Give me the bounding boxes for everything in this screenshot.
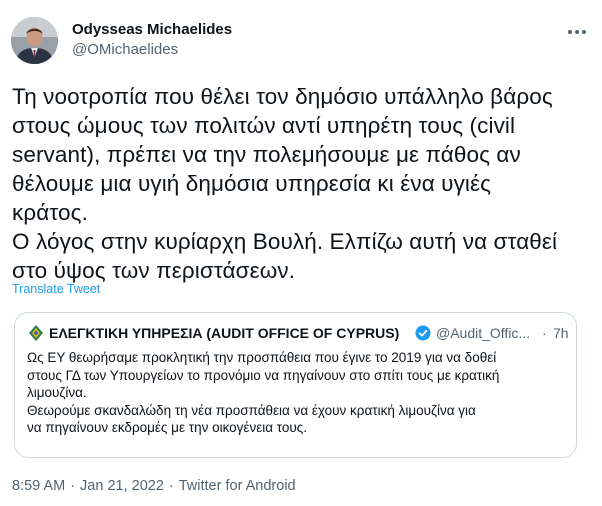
meta-separator: · (70, 478, 76, 494)
quoted-separator: · (542, 325, 547, 341)
tweet-source[interactable]: Twitter for Android (179, 478, 296, 494)
tweet-text: Τη νοοτροπία που θέλει τον δημόσιο υπάλλ… (12, 82, 587, 285)
tweet-text-line: στους ώμους των πολιτών αντί υπηρέτη του… (12, 113, 516, 138)
quoted-text-line: λιμουζίνα. (27, 385, 87, 400)
meta-separator: · (168, 478, 174, 494)
tweet-text-line: Τη νοοτροπία που θέλει τον δημόσιο υπάλλ… (12, 84, 553, 109)
avatar-image (11, 17, 58, 64)
quoted-tweet[interactable]: ΕΛΕΓΚΤΙΚΗ ΥΠΗΡΕΣΙΑ (AUDIT OFFICE OF CYPR… (14, 312, 577, 458)
tweet-time[interactable]: 8:59 AM (12, 478, 65, 494)
quoted-text-line: Θεωρούμε σκανδαλώδη τη νέα προσπάθεια να… (27, 402, 476, 418)
tweet-text-line: στο ύψος των περιστάσεων. (12, 258, 296, 283)
tweet-card: Odysseas Michaelides @OMichaelides Τη νο… (0, 0, 602, 506)
quoted-text-line: στους ΓΔ των Υπουργείων το προνόμιο να π… (27, 367, 500, 383)
quoted-text-line: Ως ΕΥ θεωρήσαμε προκλητική την προσπάθει… (27, 350, 497, 365)
tweet-metadata: 8:59 AM · Jan 21, 2022 · Twitter for Android (12, 478, 296, 494)
author-handle[interactable]: @OMichaelides (72, 41, 178, 59)
audit-office-logo-icon (29, 325, 43, 341)
quoted-text: Ως ΕΥ θεωρήσαμε προκλητική την προσπάθει… (27, 349, 567, 437)
quoted-author-name: ΕΛΕΓΚΤΙΚΗ ΥΠΗΡΕΣΙΑ (AUDIT OFFICE OF CYPR… (49, 325, 400, 341)
translate-tweet-link[interactable]: Translate Tweet (12, 282, 100, 296)
tweet-text-line: Ο λόγος στην κυρίαρχη Βουλή. Ελπίζω αυτή… (12, 229, 558, 254)
author-name[interactable]: Odysseas Michaelides (72, 21, 232, 39)
tweet-text-line: κράτος. (12, 200, 88, 225)
avatar[interactable] (11, 17, 58, 64)
quoted-timestamp: 7h (553, 325, 569, 341)
tweet-text-line: servant), πρέπει να την πολεμήσουμε με π… (12, 142, 521, 167)
quoted-author-handle: @Audit_Offic... (436, 325, 531, 341)
quoted-text-line: να πηγαίνουν εκδρομές με την οικογένεια … (27, 420, 308, 435)
tweet-date[interactable]: Jan 21, 2022 (80, 478, 164, 494)
tweet-text-line: θέλουμε μια υγιή δημόσια υπηρεσία κι ένα… (12, 171, 492, 196)
more-options-icon[interactable] (562, 17, 592, 47)
verified-badge-icon (415, 325, 431, 341)
